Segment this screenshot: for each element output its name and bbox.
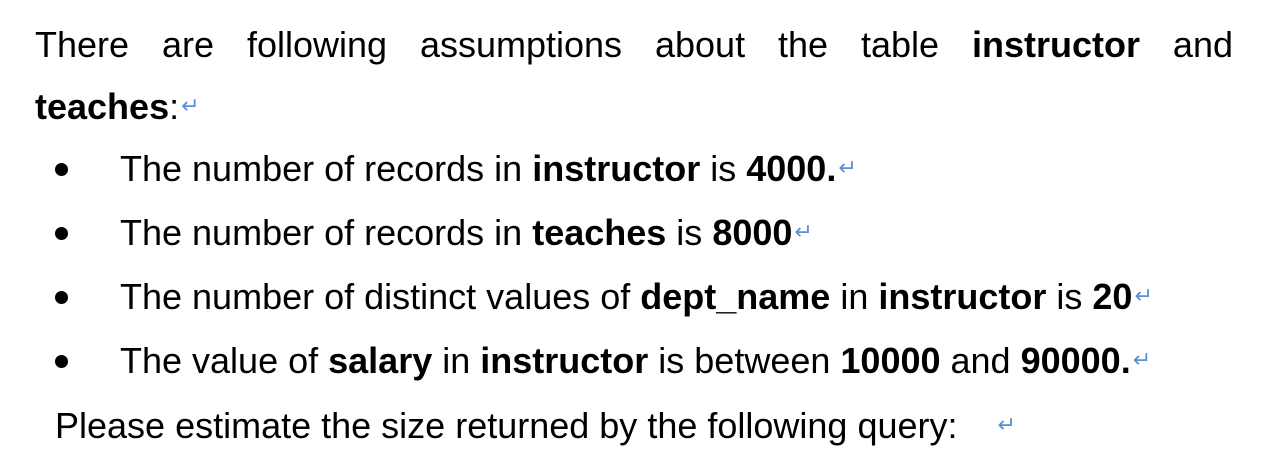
text-run: and: [940, 340, 1021, 381]
bullet-icon: [55, 291, 68, 304]
intro-line-1: There are following assumptions about th…: [35, 14, 1233, 76]
bold-run: 8000: [712, 212, 793, 253]
text-run: is: [666, 212, 713, 253]
intro-colon: :: [169, 86, 180, 127]
paragraph-mark-icon: ↵: [794, 220, 813, 246]
text-run: The value of: [120, 340, 329, 381]
bold-run: 10000: [840, 340, 941, 381]
text-run: in: [830, 276, 879, 317]
bold-run: instructor: [532, 148, 701, 189]
bullet-icon: [55, 163, 68, 176]
text-run: in: [432, 340, 481, 381]
bold-run: teaches: [532, 212, 667, 253]
intro-paragraph: There are following assumptions about th…: [35, 14, 1233, 140]
document-page: There are following assumptions about th…: [0, 0, 1262, 470]
bullet-icon: [55, 227, 68, 240]
bold-run: 4000.: [746, 148, 837, 189]
bold-run: dept_name: [640, 276, 831, 317]
closing-text: Please estimate the size returned by the…: [55, 405, 958, 446]
bold-run: instructor: [480, 340, 649, 381]
text-run: The number of distinct values of: [120, 276, 641, 317]
assumption-text: The number of records in teaches is 8000…: [120, 201, 813, 267]
text-run: is: [1046, 276, 1093, 317]
text-run: The number of records in: [120, 148, 533, 189]
text-run: The number of records in: [120, 212, 533, 253]
text-run: is: [700, 148, 747, 189]
intro-text-and: and: [1139, 24, 1233, 65]
text-run: is between: [648, 340, 841, 381]
bold-run: 20: [1092, 276, 1133, 317]
paragraph-mark-icon: ↵: [1132, 348, 1152, 374]
paragraph-mark-icon: ↵: [838, 156, 857, 182]
bold-run: 90000.: [1020, 340, 1131, 381]
closing-paragraph: Please estimate the size returned by the…: [55, 394, 1016, 460]
assumption-text: The number of distinct values of dept_na…: [120, 265, 1153, 331]
assumption-text: The number of records in instructor is 4…: [120, 137, 857, 203]
intro-text: There are following assumptions about th…: [35, 24, 972, 65]
assumption-text: The value of salary in instructor is bet…: [120, 329, 1151, 395]
paragraph-mark-icon: ↵: [181, 94, 200, 120]
table-name-teaches: teaches: [35, 86, 170, 127]
bullet-icon: [55, 355, 68, 368]
intro-line-2: teaches:↵: [35, 76, 1233, 140]
paragraph-mark-icon: ↵: [997, 413, 1016, 439]
bold-run: salary: [328, 340, 433, 381]
bold-run: instructor: [878, 276, 1047, 317]
table-name-instructor: instructor: [971, 24, 1140, 65]
paragraph-mark-icon: ↵: [1134, 284, 1153, 310]
